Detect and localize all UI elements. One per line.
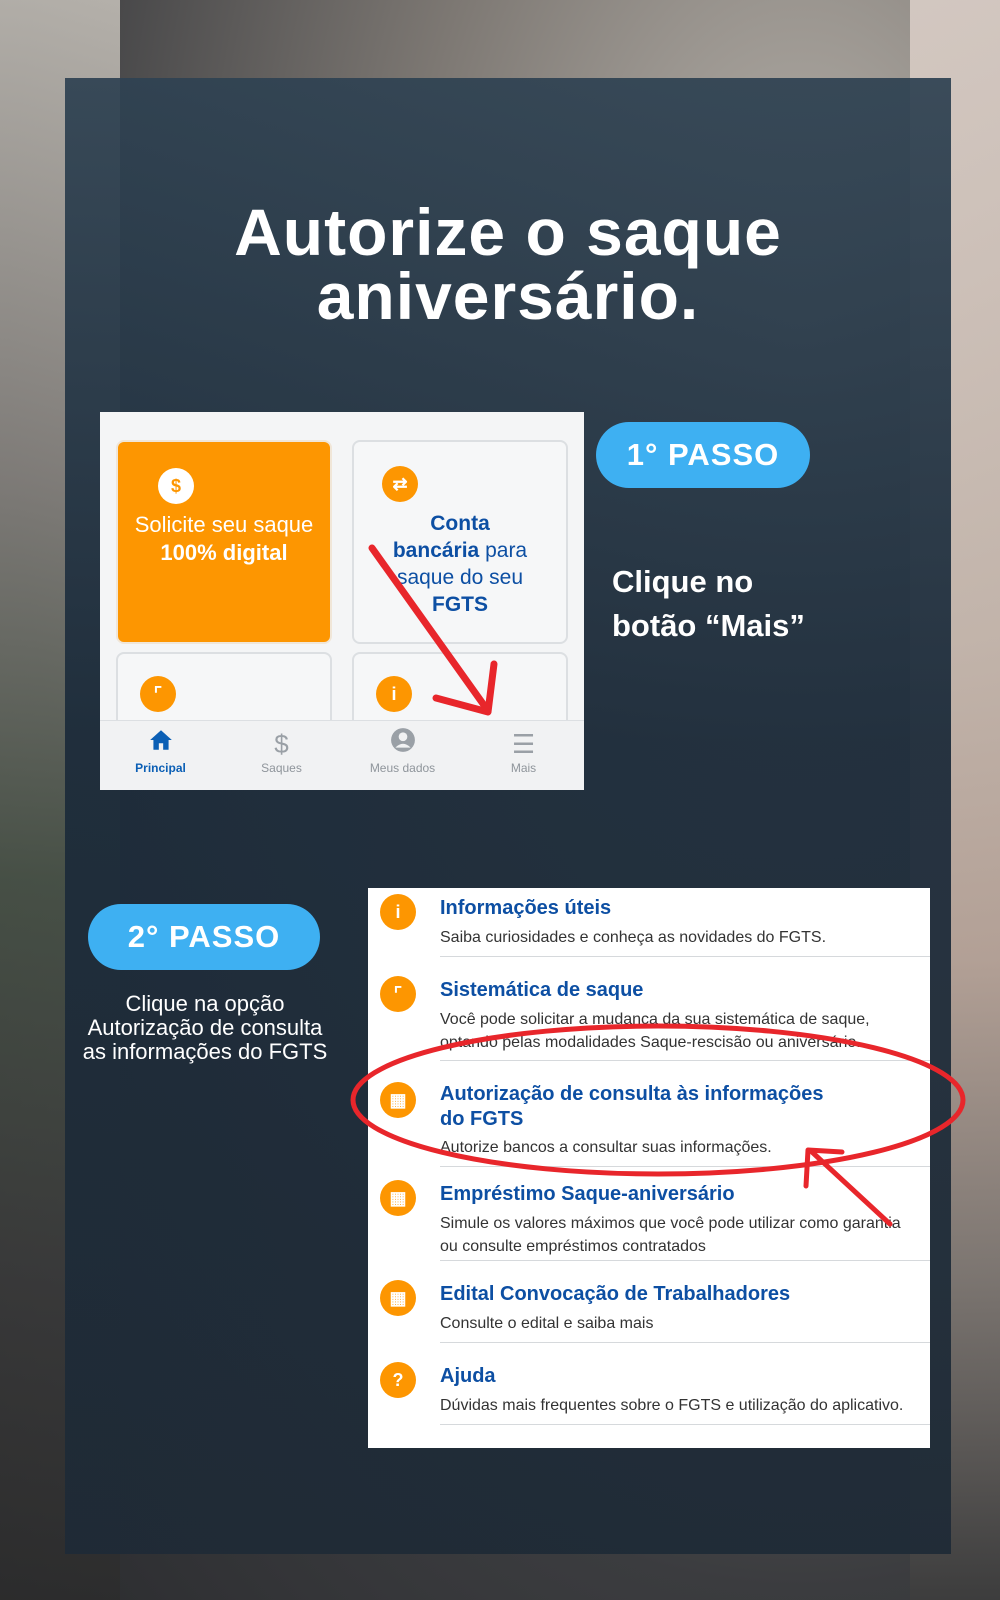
step2-instruction-line1: Clique na opção bbox=[125, 991, 285, 1016]
menu-item-desc: Você pode solicitar a mudança da sua sis… bbox=[440, 1011, 870, 1051]
step2-instruction-line3: as informações do FGTS bbox=[82, 1039, 328, 1064]
menu-icon: ☰ bbox=[511, 729, 536, 759]
card-conta-bold1: Conta bbox=[430, 512, 490, 535]
title-line-1: Autorize o saque bbox=[234, 195, 782, 269]
dollar-icon: $ bbox=[274, 729, 289, 759]
tab-meus-dados-label: Meus dados bbox=[369, 761, 436, 775]
home-icon bbox=[100, 727, 221, 761]
card-conta-line3: saque do seu bbox=[396, 566, 524, 589]
tab-meus-dados[interactable]: Meus dados bbox=[342, 727, 463, 775]
divider bbox=[440, 1166, 930, 1167]
divider bbox=[440, 1060, 930, 1061]
card-conta-bold3: FGTS bbox=[432, 593, 488, 616]
info-icon: i bbox=[380, 894, 416, 930]
menu-item-desc: Saiba curiosidades e conheça as novidade… bbox=[440, 929, 827, 946]
info-icon: i bbox=[376, 676, 412, 712]
question-icon: ? bbox=[380, 1362, 416, 1398]
card-conta-bancaria[interactable]: ⇄ Conta bancária para saque do seu FGTS bbox=[352, 440, 568, 644]
card-conta-text: Conta bancária para saque do seu FGTS bbox=[354, 510, 566, 618]
flag-icon: ⌜ bbox=[380, 976, 416, 1012]
menu-item-title: Ajuda bbox=[440, 1365, 496, 1387]
card-solicite-line2: 100% digital bbox=[160, 540, 288, 565]
tab-mais-label: Mais bbox=[510, 761, 537, 775]
tab-principal[interactable]: Principal bbox=[100, 727, 221, 775]
menu-item-title: Empréstimo Saque-aniversário bbox=[440, 1183, 735, 1205]
step1-badge: 1° PASSO bbox=[596, 422, 810, 488]
menu-item-title: Autorização de consulta às informações d… bbox=[440, 1083, 824, 1130]
menu-item-desc: Consulte o edital e saiba mais bbox=[440, 1315, 654, 1332]
step1-instruction-line1: Clique no bbox=[612, 564, 754, 599]
menu-item-desc: Dúvidas mais frequentes sobre o FGTS e u… bbox=[440, 1397, 904, 1414]
bank-icon: ▦ bbox=[380, 1082, 416, 1118]
page-title: Autorize o saque aniversário. bbox=[65, 195, 951, 333]
tab-principal-label: Principal bbox=[135, 761, 186, 775]
menu-item-desc: Autorize bancos a consultar suas informa… bbox=[440, 1139, 772, 1156]
flag-icon: ⌜ bbox=[140, 676, 176, 712]
card-solicite-saque[interactable]: $ Solicite seu saque 100% digital bbox=[116, 440, 332, 644]
step2-instruction-line2: Autorização de consulta bbox=[87, 1015, 323, 1040]
divider bbox=[440, 1260, 930, 1261]
user-icon bbox=[342, 727, 463, 761]
step2-instruction: Clique na opção Autorização de consulta … bbox=[62, 992, 348, 1064]
menu-item-desc: Simule os valores máximos que você pode … bbox=[440, 1215, 901, 1255]
divider bbox=[440, 956, 930, 957]
app-home-screenshot: $ Solicite seu saque 100% digital ⇄ Cont… bbox=[100, 412, 584, 790]
tab-saques[interactable]: $ Saques bbox=[221, 727, 342, 775]
transfer-icon: ⇄ bbox=[382, 466, 418, 502]
step1-instruction: Clique no botão “Mais” bbox=[612, 560, 872, 648]
tab-mais[interactable]: ☰ Mais bbox=[463, 727, 584, 775]
app-menu-screenshot: i Informações úteis Saiba curiosidades e… bbox=[368, 888, 930, 1448]
step2-badge: 2° PASSO bbox=[88, 904, 320, 970]
divider bbox=[440, 1424, 930, 1425]
calculator-icon: ▦ bbox=[380, 1280, 416, 1316]
tab-saques-label: Saques bbox=[261, 761, 302, 775]
card-solicite-line1: Solicite seu saque bbox=[134, 512, 314, 537]
menu-item-title: Sistemática de saque bbox=[440, 979, 644, 1001]
calculator-icon: ▦ bbox=[380, 1180, 416, 1216]
dollar-icon: $ bbox=[158, 468, 194, 504]
bottom-tab-bar: Principal $ Saques Meus dados ☰ Mais bbox=[100, 720, 584, 790]
divider bbox=[440, 1342, 930, 1343]
card-conta-bold2: bancária bbox=[392, 539, 480, 562]
menu-item-title: Informações úteis bbox=[440, 897, 612, 919]
menu-item-title: Edital Convocação de Trabalhadores bbox=[440, 1283, 791, 1305]
step1-instruction-line2: botão “Mais” bbox=[612, 608, 805, 643]
card-conta-rest1: para bbox=[479, 539, 528, 562]
title-line-2: aniversário. bbox=[316, 259, 700, 333]
